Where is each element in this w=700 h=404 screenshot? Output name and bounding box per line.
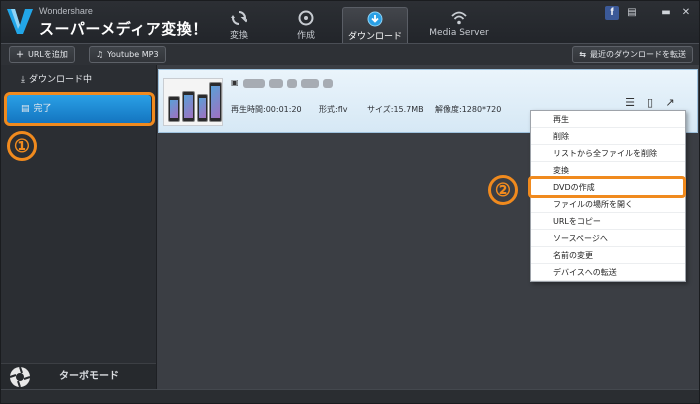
- open-external-icon[interactable]: ↗: [663, 96, 677, 110]
- download-icon: [367, 11, 383, 27]
- app-title: スーパーメディア変換！: [39, 20, 208, 38]
- step2-marker: ②: [488, 175, 518, 205]
- title-bar: Wondershare スーパーメディア変換！ 変換 作成 ダウンロード Med…: [1, 1, 699, 43]
- brand-company: Wondershare: [39, 6, 93, 16]
- highlight-step2-box: [528, 176, 686, 198]
- tab-download[interactable]: ダウンロード: [342, 7, 408, 43]
- wifi-icon: [451, 11, 467, 25]
- highlight-step1-box: [4, 92, 155, 126]
- file-resolution: 解像度:1280*720: [435, 105, 502, 114]
- file-row-actions: ☰ ▯ ↗: [623, 96, 677, 110]
- facebook-icon[interactable]: f: [605, 6, 619, 20]
- sidebar: ⤓ ダウンロード中 ▤ 完了 ① ターボモード: [1, 65, 157, 403]
- close-icon[interactable]: ✕: [679, 6, 693, 20]
- minimize-icon[interactable]: ▬: [659, 6, 673, 20]
- turbo-mode-button[interactable]: ターボモード: [1, 363, 156, 389]
- convert-icon: [231, 11, 247, 25]
- file-size: サイズ:15.7MB: [367, 105, 424, 114]
- tab-convert-label: 変換: [229, 31, 248, 41]
- turbo-mode-label: ターボモード: [59, 371, 119, 382]
- menu-item-copy-url[interactable]: URLをコピー: [531, 213, 685, 230]
- device-transfer-icon[interactable]: ▯: [643, 96, 657, 110]
- toolbar: ＋ URLを追加 ♫ Youtube MP3 ⇆ 最近のダウンロードを転送: [1, 43, 699, 65]
- file-name-obscured: ▣: [231, 76, 341, 92]
- burn-disc-icon: [298, 10, 314, 26]
- menu-item-delete-all[interactable]: リストから全ファイルを削除: [531, 145, 685, 162]
- sidebar-item-downloading-label: ダウンロード中: [28, 75, 92, 85]
- tab-create-label: 作成: [296, 31, 315, 41]
- window-controls: f ▤ ▬ ✕: [605, 6, 693, 20]
- transfer-recent-button[interactable]: ⇆ 最近のダウンロードを転送: [572, 46, 693, 63]
- wondershare-logo-icon: [7, 9, 33, 34]
- tab-create[interactable]: 作成: [273, 7, 339, 43]
- youtube-mp3-label: Youtube MP3: [107, 50, 159, 59]
- menu-item-play[interactable]: 再生: [531, 111, 685, 128]
- app-window: Wondershare スーパーメディア変換！ 変換 作成 ダウンロード Med…: [0, 0, 700, 404]
- phone-image: [168, 96, 180, 122]
- turbo-aperture-icon: [9, 366, 31, 388]
- plus-icon: ＋: [16, 50, 24, 59]
- add-url-button[interactable]: ＋ URLを追加: [9, 46, 75, 63]
- transfer-icon: ⇆: [579, 50, 586, 59]
- register-icon[interactable]: ▤: [625, 6, 639, 20]
- download-tray-icon: ⤓: [21, 75, 25, 85]
- add-url-label: URLを追加: [28, 50, 68, 59]
- music-note-icon: ♫: [96, 50, 104, 59]
- menu-item-open-location[interactable]: ファイルの場所を開く: [531, 196, 685, 213]
- tab-download-label: ダウンロード: [347, 32, 402, 42]
- file-duration: 再生時間:00:01:20: [231, 105, 302, 114]
- phone-image: [197, 94, 208, 122]
- menu-item-rename[interactable]: 名前の変更: [531, 247, 685, 264]
- tab-media-server[interactable]: Media Server: [411, 7, 507, 43]
- wifi-share-icon[interactable]: ☰: [623, 96, 637, 110]
- menu-item-delete[interactable]: 削除: [531, 128, 685, 145]
- menu-item-source-page[interactable]: ソースページへ: [531, 230, 685, 247]
- file-format: 形式:flv: [319, 105, 348, 114]
- youtube-mp3-button[interactable]: ♫ Youtube MP3: [89, 46, 166, 63]
- phone-image: [209, 82, 222, 122]
- menu-item-transfer-device[interactable]: デバイスへの転送: [531, 264, 685, 281]
- step1-marker: ①: [7, 131, 37, 161]
- tab-convert[interactable]: 変換: [206, 7, 272, 43]
- file-type-icon: ▣: [231, 78, 239, 87]
- video-thumbnail: [163, 78, 223, 126]
- status-strip: [1, 389, 699, 403]
- sidebar-item-downloading[interactable]: ⤓ ダウンロード中: [7, 69, 151, 91]
- transfer-recent-label: 最近のダウンロードを転送: [590, 50, 686, 59]
- tab-media-server-label: Media Server: [429, 28, 489, 38]
- phone-image: [182, 91, 195, 122]
